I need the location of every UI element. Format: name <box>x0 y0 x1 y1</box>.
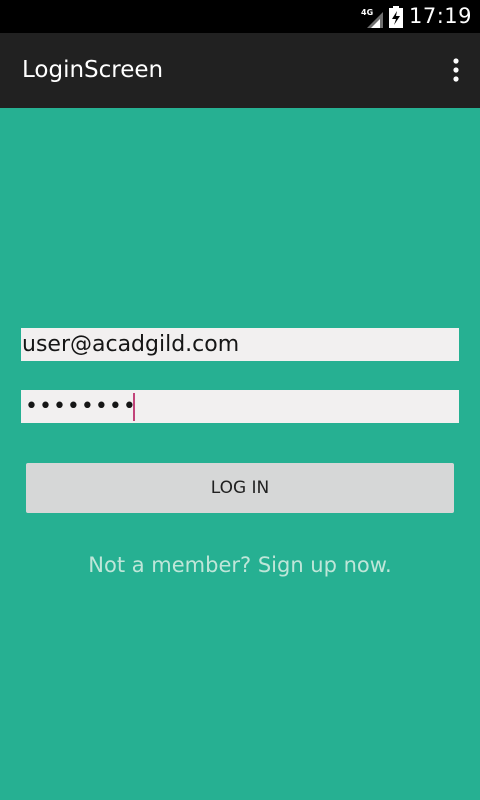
action-bar: LoginScreen <box>0 33 480 108</box>
battery-charging-icon <box>388 5 403 28</box>
status-bar: 4G 17:19 <box>0 0 480 33</box>
status-icons: 4G 17:19 <box>361 0 472 33</box>
signup-link[interactable]: Not a member? Sign up now. <box>0 547 480 583</box>
login-screen: 4G 17:19 LoginScreen •••••••• <box>0 0 480 800</box>
password-masked-value: •••••••• <box>25 394 137 419</box>
login-button[interactable]: LOG IN <box>26 463 454 513</box>
overflow-menu-button[interactable] <box>446 55 466 87</box>
more-vert-icon <box>453 58 459 82</box>
status-time: 17:19 <box>408 4 472 28</box>
app-title: LoginScreen <box>22 57 164 83</box>
password-field[interactable]: •••••••• <box>21 390 459 423</box>
text-cursor <box>133 393 135 421</box>
signal-4g-icon: 4G <box>361 8 383 28</box>
network-type-label: 4G <box>361 8 373 17</box>
email-field[interactable] <box>21 328 459 361</box>
